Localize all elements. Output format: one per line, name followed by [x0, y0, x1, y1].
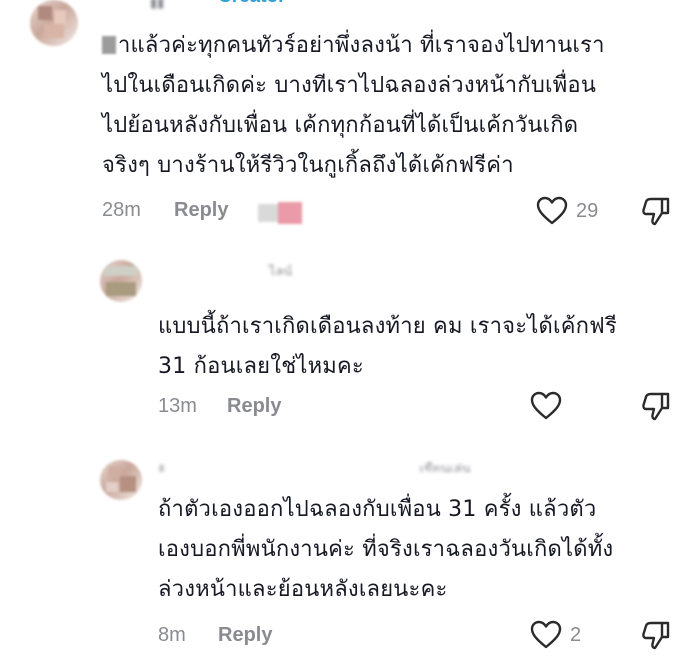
dislike-icon — [642, 197, 670, 226]
dislike-button[interactable] — [640, 196, 672, 232]
comment-1: ▮▮ Creator าแล้วค่ะทุกคนทัวร์อย่าพึ่งลงน… — [0, 0, 700, 240]
comment-2: ▁ ▂ ▁ ▁ ▂ ▁ ▁ ▁ไลน์ แบบนี้ถ้าเราเกิดเดือ… — [0, 255, 700, 425]
redacted-mark — [102, 36, 116, 54]
commenter-name-visible: เขียนเล่น — [419, 462, 471, 472]
reply-button[interactable]: Reply — [227, 395, 281, 418]
commenter-name-visible: ไลน์ — [268, 265, 293, 275]
comment-line: แบบนี้ถ้าเราเกิดเดือนลงท้าย คม เราจะได้เ… — [158, 314, 617, 339]
comment-line: ไปในเดือนเกิดค่ะ บางทีเราไปฉลองล่วงหน้าก… — [102, 73, 597, 98]
comment-line: 31 ก้อนเลยใช่ไหมคะ — [158, 354, 364, 379]
comment-time: 28m — [102, 199, 141, 221]
heart-icon — [536, 196, 568, 225]
comment-line: ล่วงหน้าและย้อนหลังเลยนะคะ — [158, 577, 448, 602]
comment-text: าแล้วค่ะทุกคนทัวร์อย่าพึ่งลงน้า ที่เราจอ… — [102, 26, 605, 186]
commenter-name[interactable]: ▮▮ — [150, 0, 190, 10]
heart-icon — [530, 391, 562, 420]
avatar[interactable] — [100, 460, 142, 500]
comment-line: าแล้วค่ะทุกคนทัวร์อย่าพึ่งลงน้า ที่เราจอ… — [118, 33, 605, 58]
comment-line: จริงๆ บางร้านให้รีวิวในกูเกิ้ลถึงได้เค้ก… — [102, 153, 514, 178]
like-button[interactable]: 29 — [536, 196, 598, 226]
like-count: 29 — [576, 199, 599, 222]
commenter-name[interactable]: ▁ ▂ ▁ ▁ ▂ ▁ ▁ ▁ไลน์ — [160, 261, 360, 275]
like-button[interactable]: 2 — [530, 620, 581, 650]
heart-icon — [530, 620, 562, 649]
avatar[interactable] — [30, 0, 78, 46]
like-count: 2 — [570, 623, 582, 646]
avatar[interactable] — [100, 260, 142, 302]
commenter-name[interactable]: ▮ ▁ ▁ ▁ ▁ ▁ ▁ ▁ ▁ ▁ ▁ ▁ ▁ ▁ ▁ ▁ ▁ ▁ ▁เขี… — [158, 458, 498, 472]
comment-text: ถ้าตัวเองออกไปฉลองกับเพื่อน 31 ครั้ง แล้… — [158, 490, 613, 610]
comment-line: เองบอกพี่พนักงานค่ะ ที่จริงเราฉลองวันเกิ… — [158, 537, 614, 562]
comment-time: 13m — [158, 395, 197, 417]
reply-button[interactable]: Reply — [174, 199, 228, 222]
comment-line: ไปย้อนหลังกับเพื่อน เค้กทุกก้อนที่ได้เป็… — [102, 113, 579, 138]
comment-text: แบบนี้ถ้าเราเกิดเดือนลงท้าย คม เราจะได้เ… — [158, 307, 617, 387]
comment-3: ▮ ▁ ▁ ▁ ▁ ▁ ▁ ▁ ▁ ▁ ▁ ▁ ▁ ▁ ▁ ▁ ▁ ▁ ▁เขี… — [0, 452, 700, 662]
comment-line: ถ้าตัวเองออกไปฉลองกับเพื่อน 31 ครั้ง แล้… — [158, 497, 597, 522]
reply-button[interactable]: Reply — [218, 624, 272, 647]
dislike-button[interactable] — [640, 391, 672, 427]
dislike-icon — [642, 621, 670, 650]
comment-time: 8m — [158, 624, 186, 646]
dislike-button[interactable] — [640, 620, 672, 656]
like-button[interactable] — [530, 391, 570, 421]
sticker-image[interactable] — [258, 198, 302, 226]
creator-badge: Creator — [218, 0, 286, 8]
dislike-icon — [642, 392, 670, 421]
